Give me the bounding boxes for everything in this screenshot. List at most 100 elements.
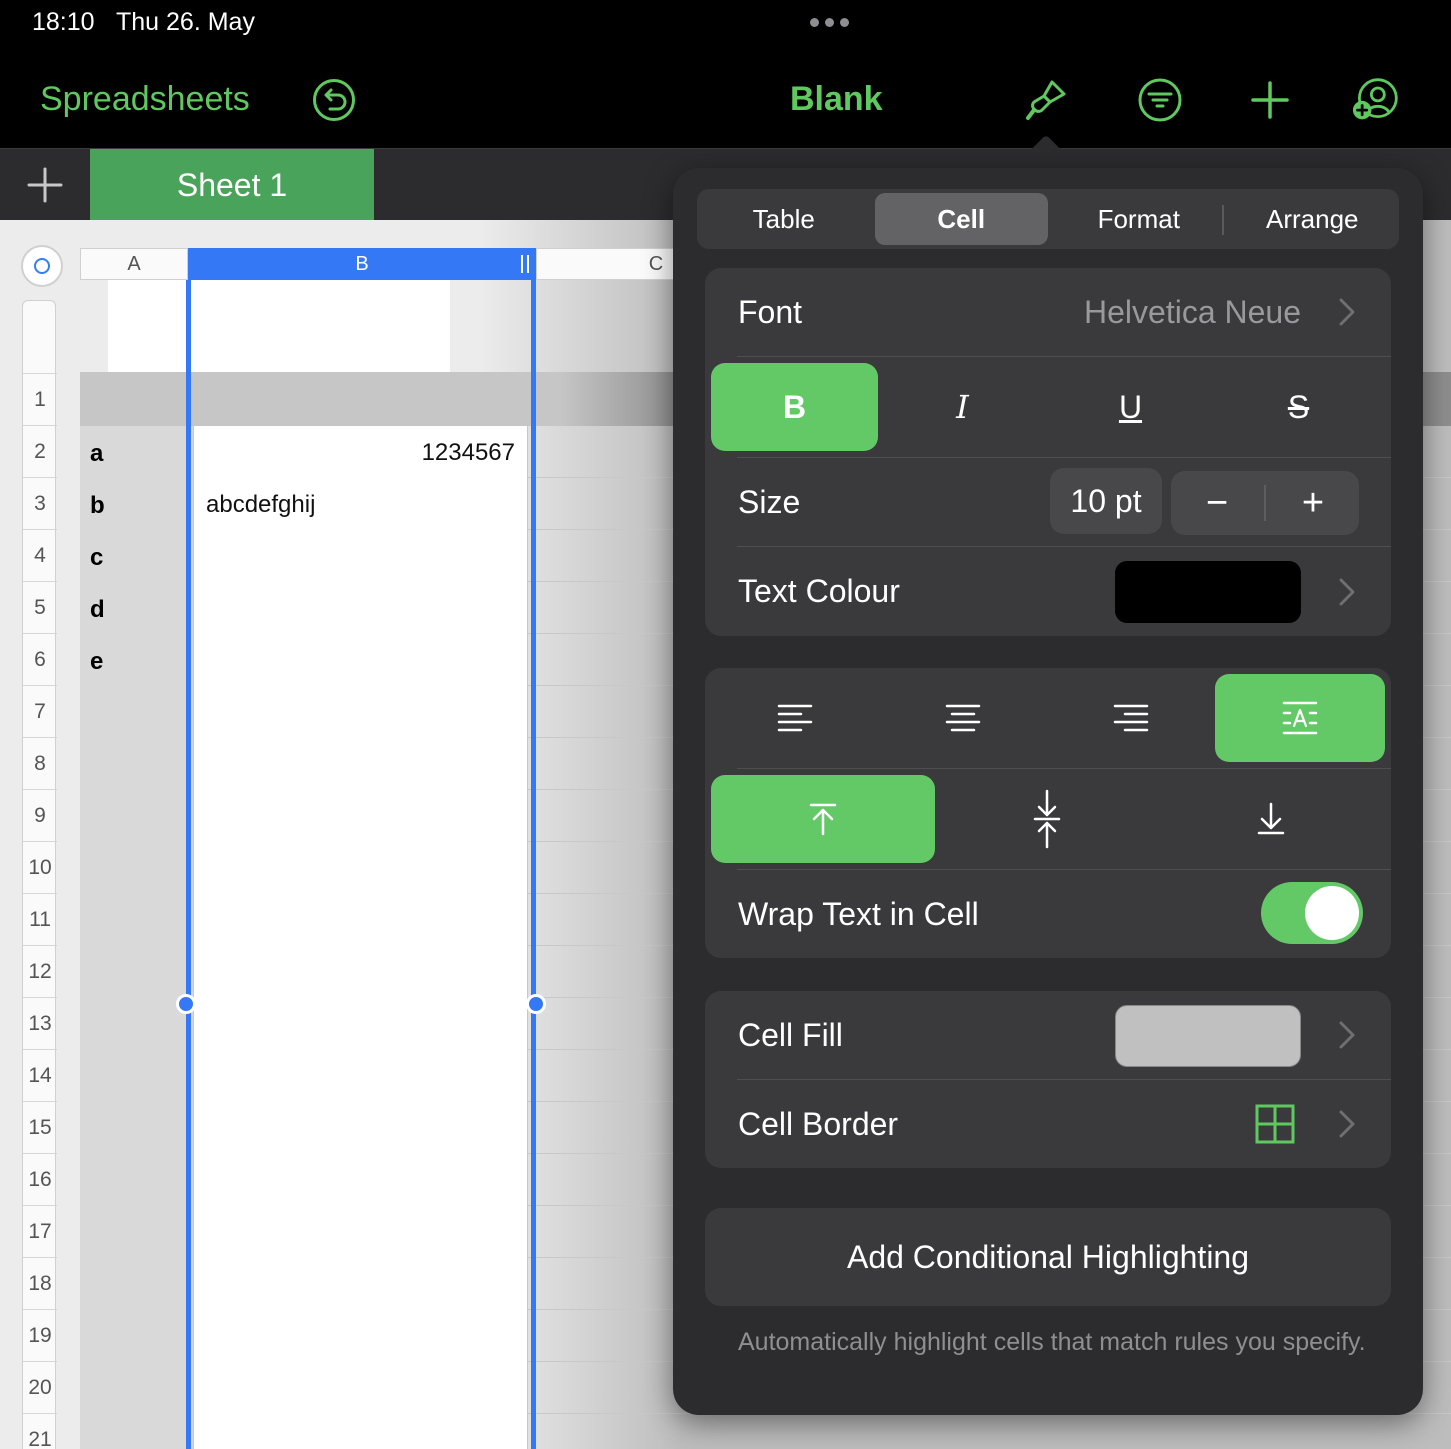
table-cell[interactable] [194,998,528,1050]
cell-border-row[interactable]: Cell Border [705,1080,1391,1168]
table-cell[interactable] [194,1050,528,1102]
table-cell[interactable] [80,946,194,998]
table-cell[interactable] [80,998,194,1050]
table-cell[interactable] [194,1310,528,1362]
row-header[interactable]: 10 [23,841,57,893]
table-cell[interactable]: e [80,634,194,686]
table-cell[interactable] [194,894,528,946]
table-cell[interactable]: abcdefghij [194,478,528,530]
table-cell[interactable] [194,634,528,686]
align-right-button[interactable] [1047,674,1214,762]
column-header-b[interactable]: B [188,248,536,280]
table-cell[interactable] [80,1258,194,1310]
row-header[interactable]: 19 [23,1309,57,1361]
table-cell[interactable] [194,946,528,998]
table-cell[interactable] [194,1102,528,1154]
table-cell[interactable] [194,790,528,842]
text-colour-label: Text Colour [738,573,900,609]
filter-icon[interactable] [1136,76,1184,124]
underline-button[interactable]: U [1047,363,1214,451]
tab-arrange[interactable]: Arrange [1226,189,1400,249]
add-conditional-highlighting-button[interactable]: Add Conditional Highlighting [705,1208,1391,1306]
row-header[interactable]: 17 [23,1205,57,1257]
row-header[interactable]: 9 [23,789,57,841]
add-sheet-button[interactable] [0,149,90,221]
table-cell[interactable] [80,1154,194,1206]
multitasking-dots-icon[interactable] [810,18,849,27]
wrap-text-toggle[interactable] [1261,882,1363,944]
table-cell[interactable] [194,842,528,894]
table-cell[interactable] [194,1362,528,1414]
table-cell[interactable] [80,790,194,842]
text-colour-row[interactable]: Text Colour [705,547,1391,636]
add-icon[interactable] [1246,76,1294,124]
row-header[interactable]: 20 [23,1361,57,1413]
valign-bottom-button[interactable] [1159,775,1383,863]
cell-fill-row[interactable]: Cell Fill [705,991,1391,1079]
table-cell[interactable] [80,894,194,946]
italic-button[interactable]: I [879,363,1046,451]
row-header[interactable]: 8 [23,737,57,789]
tab-table[interactable]: Table [697,189,871,249]
table-cell[interactable]: b [80,478,194,530]
row-header[interactable]: 21 [23,1413,57,1449]
align-auto-button[interactable] [1215,674,1385,762]
row-header[interactable]: 3 [23,477,57,529]
table-cell[interactable] [194,1258,528,1310]
table-cell[interactable] [80,1362,194,1414]
table-cell[interactable] [80,842,194,894]
row-header[interactable]: 2 [23,425,57,477]
table-cell[interactable] [80,1414,194,1449]
row-header[interactable]: 4 [23,529,57,581]
valign-top-button[interactable] [711,775,935,863]
row-header[interactable]: 11 [23,893,57,945]
spreadsheets-back-button[interactable]: Spreadsheets [40,80,250,119]
table-cell[interactable]: 1234567 [194,426,528,478]
row-header[interactable]: 1 [23,373,57,425]
row-header[interactable]: 15 [23,1101,57,1153]
valign-middle-button[interactable] [935,775,1159,863]
font-row[interactable]: Font Helvetica Neue [705,268,1391,356]
table-cell[interactable] [194,530,528,582]
decrease-size-button[interactable]: − [1171,471,1263,535]
table-cell[interactable] [194,686,528,738]
row-header[interactable]: 6 [23,633,57,685]
font-size-value[interactable]: 10 pt [1050,468,1162,534]
table-cell[interactable] [194,738,528,790]
table-cell[interactable]: d [80,582,194,634]
row-header[interactable]: 18 [23,1257,57,1309]
table-cell[interactable] [80,1310,194,1362]
table-cell[interactable] [80,1050,194,1102]
row-header[interactable]: 12 [23,945,57,997]
collaborate-icon[interactable] [1352,76,1400,124]
row-header[interactable]: 7 [23,685,57,737]
bold-button[interactable]: B [711,363,878,451]
row-header[interactable]: 13 [23,997,57,1049]
column-header-a[interactable]: A [80,248,188,280]
tab-format[interactable]: Format [1052,189,1226,249]
tab-sheet-1[interactable]: Sheet 1 [90,149,374,221]
table-cell[interactable] [80,1102,194,1154]
tab-cell[interactable]: Cell [874,193,1048,245]
document-title[interactable]: Blank [790,80,883,119]
format-brush-icon[interactable] [1022,76,1070,124]
strikethrough-button[interactable]: S [1215,363,1382,451]
table-cell[interactable] [80,1206,194,1258]
table-cell[interactable]: a [80,426,194,478]
table-cell[interactable] [80,738,194,790]
align-center-button[interactable] [879,674,1046,762]
table-cell[interactable] [80,686,194,738]
row-header[interactable]: 16 [23,1153,57,1205]
increase-size-button[interactable]: + [1267,471,1359,535]
row-header[interactable]: 5 [23,581,57,633]
select-table-button[interactable] [21,245,63,287]
align-left-button[interactable] [711,674,878,762]
table-cell[interactable] [194,582,528,634]
table-cell[interactable] [194,1206,528,1258]
undo-icon[interactable] [312,78,356,122]
table-cell[interactable] [194,1154,528,1206]
table-cell[interactable] [194,1414,528,1449]
column-resize-grip-icon[interactable] [521,255,529,273]
row-header[interactable]: 14 [23,1049,57,1101]
table-cell[interactable]: c [80,530,194,582]
